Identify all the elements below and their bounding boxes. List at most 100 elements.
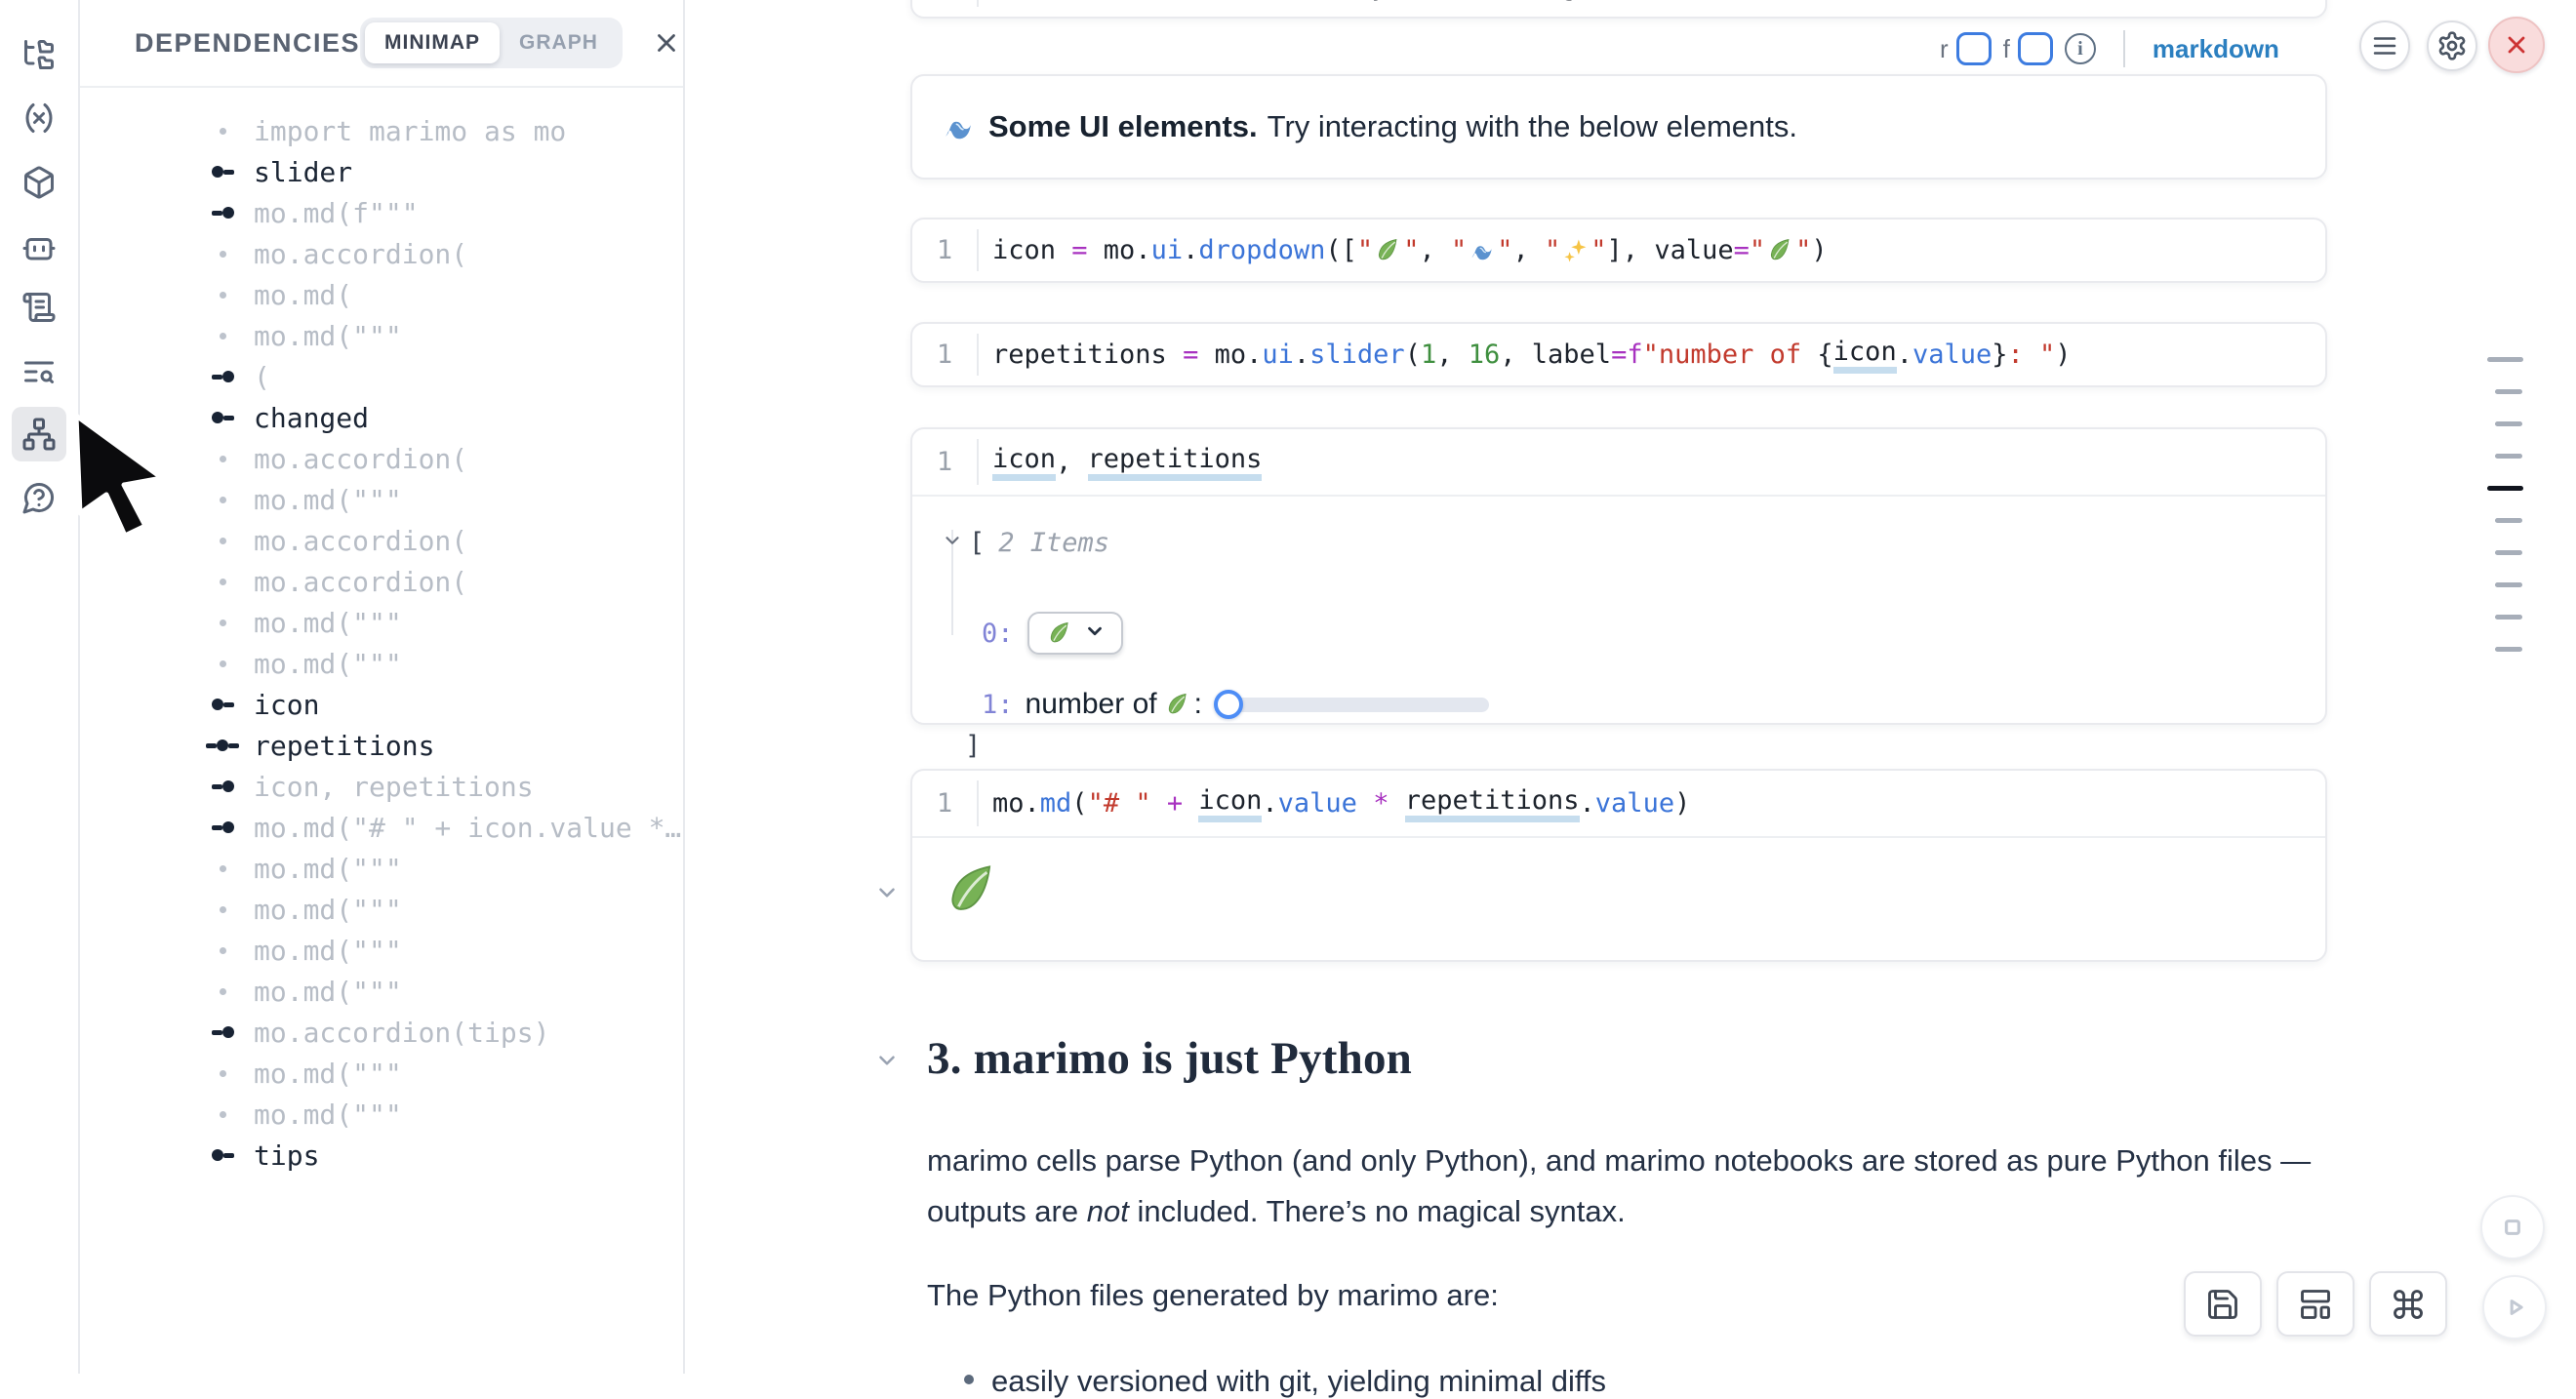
minimap-cell-label: mo.md(""": [254, 320, 402, 352]
minimap-marker-dot: [203, 906, 242, 913]
minimap-row[interactable]: mo.md(""": [78, 848, 681, 889]
snippets-icon[interactable]: [12, 280, 66, 335]
run-button[interactable]: [2482, 1275, 2547, 1339]
cell-code-dropdown[interactable]: 1 icon = mo.ui.dropdown(["", "", ""], va…: [910, 218, 2327, 283]
minimap-cell-label: icon, repetitions: [254, 771, 534, 803]
output-collapse-icon[interactable]: [874, 880, 900, 910]
variables-icon[interactable]: [12, 91, 66, 145]
layout-button[interactable]: [2276, 1271, 2355, 1337]
tab-graph[interactable]: GRAPH: [500, 22, 618, 63]
settings-button[interactable]: [2427, 20, 2477, 71]
minimap-row[interactable]: mo.md(""": [78, 1053, 681, 1094]
repetitions-slider-thumb[interactable]: [1214, 690, 1243, 719]
minimap-cell-label: mo.md(""": [254, 648, 402, 680]
format-hint-label: f: [2003, 34, 2010, 64]
tab-minimap[interactable]: MINIMAP: [365, 22, 500, 63]
md-expr-output: [942, 861, 1002, 918]
keyboard-shortcuts-button[interactable]: [2369, 1271, 2447, 1337]
panel-close-icon[interactable]: [652, 28, 681, 58]
scroll-tick[interactable]: [2495, 615, 2522, 620]
info-icon[interactable]: i: [2065, 33, 2096, 64]
scroll-tick[interactable]: [2495, 582, 2522, 587]
minimap-row[interactable]: mo.md(""": [78, 315, 681, 356]
minimap-marker-dot: [203, 456, 242, 462]
code-line[interactable]: repetitions = mo.ui.slider(1, 16, label=…: [979, 337, 2072, 374]
help-icon[interactable]: [12, 470, 66, 525]
cell-code-tuple[interactable]: 1 icon, repetitions [ 2 Items 0:: [910, 427, 2327, 725]
minimap-row[interactable]: mo.accordion(tips): [78, 1012, 681, 1053]
panel-title: DEPENDENCIES: [135, 28, 360, 59]
minimap-cell-label: mo.md(""": [254, 853, 402, 885]
icon-dropdown-select[interactable]: [1027, 612, 1123, 655]
cell-code-md-expr[interactable]: 1 mo.md("# " + icon.value * repetitions.…: [910, 769, 2327, 962]
scroll-tick[interactable]: [2495, 421, 2522, 426]
repetitions-slider-track[interactable]: [1218, 698, 1489, 712]
minimap-marker-dot: [203, 579, 242, 585]
scroll-tick[interactable]: [2495, 389, 2522, 394]
stop-button[interactable]: [2480, 1195, 2545, 1259]
packages-icon[interactable]: [12, 155, 66, 210]
code-line[interactable]: mo.md("# " + icon.value * repetitions.va…: [979, 785, 1690, 822]
leaf-emoji: [1047, 620, 1072, 646]
code-line[interactable]: icon, repetitions: [979, 444, 1262, 481]
leaf-emoji: [1165, 692, 1190, 717]
minimap-row[interactable]: mo.md(""": [78, 602, 681, 643]
minimap-row[interactable]: mo.md(""": [78, 930, 681, 971]
minimap-cell-label: mo.accordion(: [254, 238, 467, 270]
minimap-marker-dot: [203, 1070, 242, 1077]
leaf-emoji: [1767, 237, 1793, 263]
ai-assistant-icon[interactable]: [12, 220, 66, 274]
file-explorer-icon[interactable]: [12, 27, 66, 82]
cell-md-intro-output[interactable]: Some UI elements. Try interacting with t…: [910, 74, 2327, 180]
minimap-row[interactable]: icon: [78, 684, 681, 725]
minimap-row[interactable]: mo.accordion(: [78, 233, 681, 274]
minimap-row[interactable]: (: [78, 356, 681, 397]
tree-open-bracket: [: [969, 528, 985, 558]
minimap-cell-label: mo.md(""": [254, 1058, 402, 1090]
language-mode-label[interactable]: markdown: [2153, 34, 2279, 64]
scroll-tick[interactable]: [2495, 518, 2522, 523]
toolbar-divider: [2123, 30, 2125, 67]
minimap-row[interactable]: mo.md(""": [78, 889, 681, 930]
minimap-row[interactable]: slider: [78, 151, 681, 192]
minimap-row[interactable]: mo.md("# " + icon.value *…: [78, 807, 681, 848]
section-paragraph-1: marimo cells parse Python (and only Pyth…: [927, 1136, 2313, 1237]
dependencies-panel-header: DEPENDENCIES MINIMAP GRAPH: [78, 0, 683, 88]
cell-md-source-clipped[interactable]: 1 Some UI elements. Try interacting with…: [910, 0, 2327, 19]
shutdown-button[interactable]: [2488, 17, 2545, 73]
dependencies-icon[interactable]: [12, 407, 66, 461]
run-checkbox[interactable]: [1956, 32, 1992, 65]
section-heading: 3. marimo is just Python: [927, 1032, 2313, 1085]
minimap-row[interactable]: repetitions: [78, 725, 681, 766]
minimap-row[interactable]: mo.accordion(: [78, 561, 681, 602]
minimap-marker-dot: [203, 333, 242, 340]
scroll-tick-active[interactable]: [2487, 486, 2523, 491]
minimap-marker-dot: [203, 865, 242, 872]
activity-rail: [0, 0, 80, 1374]
minimap-row[interactable]: tips: [78, 1135, 681, 1176]
cell-code-slider[interactable]: 1 repetitions = mo.ui.slider(1, 16, labe…: [910, 322, 2327, 387]
scroll-tick[interactable]: [2495, 454, 2522, 459]
scroll-tick[interactable]: [2495, 647, 2522, 652]
code-line[interactable]: Some UI elements. Try interacting with t…: [979, 0, 1974, 2]
minimap-row[interactable]: import marimo as mo: [78, 110, 681, 151]
minimap-marker-dot: [203, 292, 242, 299]
scroll-tick[interactable]: [2487, 357, 2523, 362]
minimap-row[interactable]: mo.md(""": [78, 971, 681, 1012]
format-checkbox[interactable]: [2018, 32, 2053, 65]
line-number: 1: [912, 235, 977, 265]
minimap-row[interactable]: mo.md(f""": [78, 192, 681, 233]
logs-search-icon[interactable]: [12, 344, 66, 399]
minimap-cell-label: slider: [254, 156, 352, 188]
minimap-row[interactable]: mo.md(""": [78, 643, 681, 684]
section-collapse-icon[interactable]: [874, 1048, 900, 1078]
code-line[interactable]: icon = mo.ui.dropdown(["", "", ""], valu…: [979, 235, 1828, 265]
bullet-item: easily versioned with git, yielding mini…: [927, 1364, 2313, 1399]
tree-collapse-icon[interactable]: [942, 528, 963, 558]
menu-button[interactable]: [2359, 20, 2410, 71]
minimap-row[interactable]: mo.md(""": [78, 1094, 681, 1135]
minimap-row[interactable]: icon, repetitions: [78, 766, 681, 807]
scroll-tick[interactable]: [2495, 550, 2522, 555]
save-button[interactable]: [2184, 1271, 2262, 1337]
minimap-row[interactable]: mo.md(: [78, 274, 681, 315]
